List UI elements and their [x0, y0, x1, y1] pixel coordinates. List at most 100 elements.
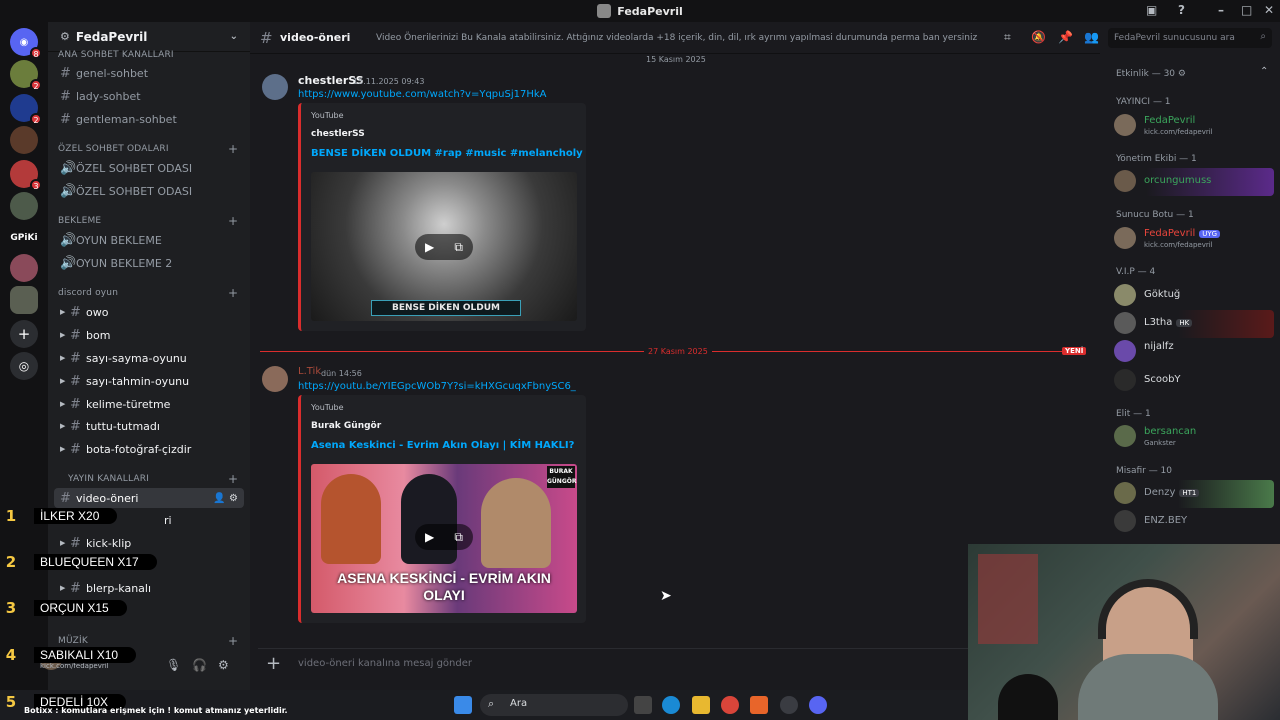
- channel-video-oneri[interactable]: # video-öneri 👤 ⚙: [54, 488, 244, 508]
- message-link[interactable]: https://youtu.be/YIEGpcWOb7Y?si=kHXGcuqx…: [298, 381, 576, 392]
- embed-title[interactable]: BENSE DİKEN OLDUM #rap #music #melanchol…: [311, 148, 583, 159]
- start-icon[interactable]: [454, 696, 472, 714]
- close-button[interactable]: ✕: [1264, 3, 1274, 17]
- message-author[interactable]: L.Tik: [298, 366, 321, 377]
- server-icon-2[interactable]: 2: [10, 94, 42, 125]
- channel-kick-klip[interactable]: ▶ # kick-klip: [54, 533, 244, 553]
- server-icon-gpiki[interactable]: GPiKi: [10, 224, 38, 252]
- obs-icon[interactable]: [780, 696, 798, 714]
- edge-icon[interactable]: [662, 696, 680, 714]
- settings-icon[interactable]: 👤 ⚙: [213, 493, 238, 504]
- add-channel-icon[interactable]: +: [228, 634, 238, 648]
- maximize-button[interactable]: □: [1241, 3, 1252, 17]
- voice-channel-oyun-bekleme-2[interactable]: 🔊 OYUN BEKLEME 2: [54, 253, 244, 273]
- category-ana-sohbet[interactable]: ANA SOHBET KANALLARI: [58, 50, 174, 60]
- add-channel-icon[interactable]: +: [228, 142, 238, 156]
- category-bekleme[interactable]: BEKLEME +: [58, 214, 238, 228]
- category-yayin-kanallari[interactable]: YAYIN KANALLARI +: [68, 472, 238, 486]
- member-status: kick.com/fedapevril: [1144, 128, 1213, 136]
- member-name: FedaPevril: [1144, 228, 1196, 239]
- add-channel-icon[interactable]: +: [228, 286, 238, 300]
- add-channel-icon[interactable]: +: [228, 214, 238, 228]
- search-input[interactable]: FedaPevril sunucusunu ara ⌕: [1108, 28, 1272, 48]
- channel-lady-sohbet[interactable]: # lady-sohbet: [54, 86, 244, 106]
- threads-icon[interactable]: ⌗: [1004, 30, 1011, 45]
- external-link-icon: ⧉: [454, 239, 463, 254]
- member-item[interactable]: Denzy HT1: [1114, 480, 1274, 508]
- channel-partial[interactable]: ri: [158, 510, 198, 530]
- member-item[interactable]: FedaPevril UYG kick.com/fedapevril: [1114, 225, 1274, 253]
- headphones-icon[interactable]: 🎧: [192, 658, 207, 672]
- avatar: [1114, 340, 1136, 362]
- channel-genel-sohbet[interactable]: # genel-sohbet: [54, 63, 244, 83]
- member-item[interactable]: L3tha HK: [1114, 310, 1274, 338]
- video-thumbnail[interactable]: ▶ ⧉ BENSE DİKEN OLDUM: [311, 172, 577, 321]
- discord-taskbar-icon[interactable]: [809, 696, 827, 714]
- mention-badge: 8: [30, 47, 42, 59]
- member-status: Gankster: [1144, 439, 1176, 447]
- message-composer[interactable]: + video-öneri kanalına mesaj gönder: [258, 648, 968, 678]
- voice-channel-ozel-1[interactable]: 🔊 ÖZEL SOHBET ODASI: [54, 158, 244, 178]
- task-view-icon[interactable]: [634, 696, 652, 714]
- server-icon-3[interactable]: [10, 126, 38, 154]
- category-ozel-sohbet[interactable]: ÖZEL SOHBET ODALARI +: [58, 142, 238, 156]
- server-header[interactable]: ⚙ FedaPevril ⌄: [48, 22, 250, 52]
- voice-channel-oyun-bekleme[interactable]: 🔊 OYUN BEKLEME: [54, 230, 244, 250]
- avatar[interactable]: [262, 366, 288, 392]
- play-button[interactable]: ▶ ⧉: [415, 524, 473, 550]
- embed-provider[interactable]: YouTube: [311, 111, 344, 120]
- pin-icon[interactable]: 📌: [1058, 30, 1073, 44]
- member-item[interactable]: ScoobY: [1114, 367, 1274, 395]
- message-link[interactable]: https://www.youtube.com/watch?v=YqpuSj17…: [298, 89, 547, 100]
- server-icon-5[interactable]: [10, 192, 38, 220]
- video-thumbnail[interactable]: BURAK GÜNGÖR ▶ ⧉ ASENA KESKİNCİ - EVRİM A…: [311, 464, 577, 613]
- notification-mute-icon[interactable]: 🔕: [1031, 30, 1046, 44]
- taskbar-search[interactable]: ⌕ Ara: [480, 694, 628, 716]
- add-channel-icon[interactable]: +: [228, 472, 238, 486]
- server-icon-4[interactable]: 3: [10, 160, 42, 191]
- file-explorer-icon[interactable]: [692, 696, 710, 714]
- channel-bota-fotograf[interactable]: ▶ # bota-fotoğraf-çizdir: [54, 439, 244, 459]
- message-input[interactable]: video-öneri kanalına mesaj gönder: [298, 658, 472, 669]
- microphone-icon[interactable]: 🎙: [166, 658, 181, 672]
- channel-owo[interactable]: ▶ # owo: [54, 302, 244, 322]
- home-button[interactable]: ◉ 8: [10, 28, 42, 59]
- member-item[interactable]: ENZ.BEY: [1114, 508, 1274, 536]
- collapse-icon[interactable]: ⌃: [1260, 66, 1268, 77]
- voice-channel-ozel-2[interactable]: 🔊 ÖZEL SOHBET ODASI: [54, 181, 244, 201]
- embed-provider[interactable]: YouTube: [311, 403, 344, 412]
- channel-sayi-tahmin[interactable]: ▶ # sayı-tahmin-oyunu: [54, 371, 244, 391]
- embed-author[interactable]: chestlerSS: [311, 129, 365, 139]
- member-item[interactable]: FedaPevril kick.com/fedapevril: [1114, 112, 1274, 140]
- avatar[interactable]: [262, 74, 288, 100]
- server-icon-1[interactable]: 2: [10, 60, 42, 91]
- brave-icon[interactable]: [750, 696, 768, 714]
- channel-blerp-kanali[interactable]: ▶ # blerp-kanalı: [54, 578, 244, 598]
- server-icon-7[interactable]: [10, 254, 38, 282]
- discover-icon[interactable]: ◎: [10, 352, 38, 380]
- minimize-button[interactable]: –: [1218, 3, 1224, 17]
- chrome-icon[interactable]: [721, 696, 739, 714]
- play-button[interactable]: ▶ ⧉: [415, 234, 473, 260]
- channel-sayi-sayma[interactable]: ▶ # sayı-sayma-oyunu: [54, 348, 244, 368]
- member-item[interactable]: Göktuğ: [1114, 282, 1274, 310]
- inbox-icon[interactable]: ▣: [1146, 3, 1157, 17]
- help-icon[interactable]: ?: [1178, 3, 1185, 17]
- channel-topic[interactable]: Video Önerilerinizi Bu Kanala atabilirsi…: [376, 33, 977, 43]
- channel-kelime-turetme[interactable]: ▶ # kelime-türetme: [54, 394, 244, 414]
- user-settings-icon[interactable]: ⚙: [218, 658, 229, 672]
- channel-gentleman-sohbet[interactable]: # gentleman-sohbet: [54, 109, 244, 129]
- category-discord-oyun[interactable]: discord oyun +: [58, 286, 238, 300]
- member-item[interactable]: orcungumuss: [1114, 168, 1274, 196]
- embed-title[interactable]: Asena Keskinci - Evrim Akın Olayı | KİM …: [311, 440, 574, 451]
- server-icon-active[interactable]: [10, 286, 38, 314]
- member-item[interactable]: nijalfz: [1114, 338, 1274, 366]
- member-list-icon[interactable]: 👥: [1084, 30, 1099, 44]
- channel-bom[interactable]: ▶ # bom: [54, 325, 244, 345]
- channel-tuttu-tutmadi[interactable]: ▶ # tuttu-tutmadı: [54, 416, 244, 436]
- embed-author[interactable]: Burak Güngör: [311, 421, 381, 431]
- add-server-icon[interactable]: +: [10, 320, 38, 348]
- member-item[interactable]: bersancan Gankster: [1114, 423, 1274, 451]
- hash-icon: #: [260, 28, 273, 47]
- attach-plus-icon[interactable]: +: [266, 653, 281, 674]
